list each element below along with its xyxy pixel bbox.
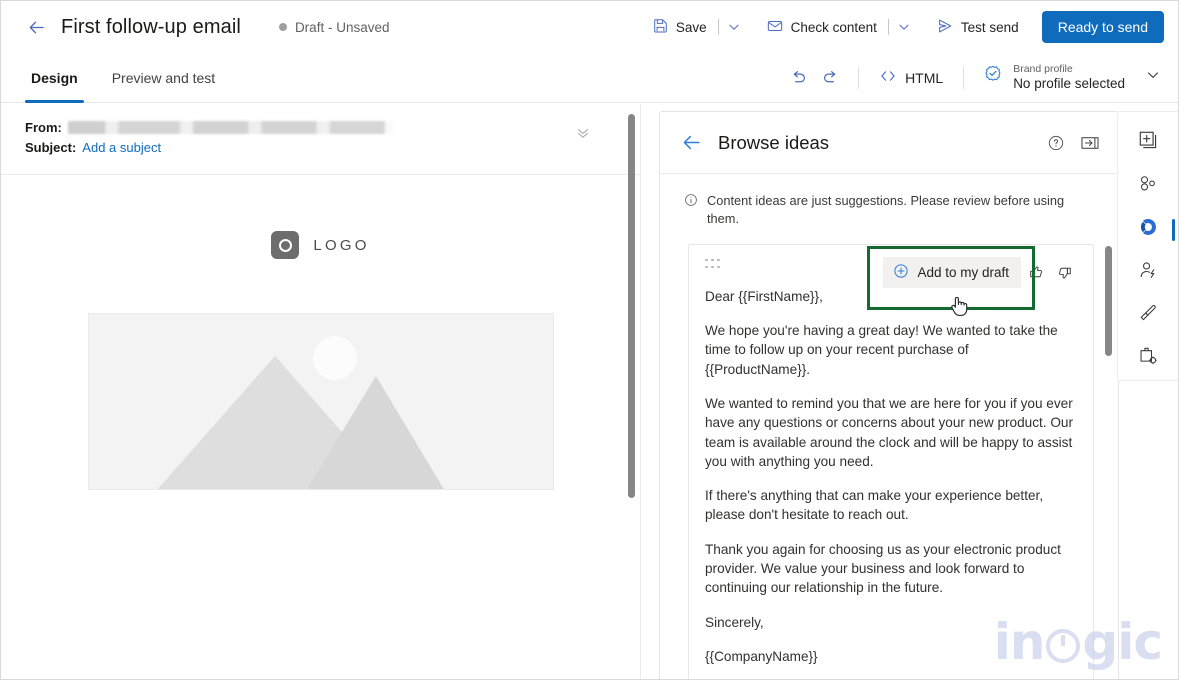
rail-item-copilot[interactable] bbox=[1126, 208, 1175, 250]
rail-item-settings[interactable] bbox=[1126, 337, 1170, 379]
divider bbox=[858, 66, 860, 89]
brand-badge-icon bbox=[982, 64, 1004, 91]
drag-dots-icon[interactable] bbox=[705, 258, 721, 271]
elements-layout-icon bbox=[1137, 173, 1159, 200]
plus-circle-icon bbox=[893, 263, 909, 282]
check-content-button[interactable]: Check content bbox=[757, 11, 886, 44]
tabs: Design Preview and test bbox=[25, 53, 243, 103]
save-button[interactable]: Save bbox=[643, 11, 716, 43]
divider bbox=[963, 66, 965, 89]
redo-icon[interactable] bbox=[814, 62, 846, 94]
copilot-icon bbox=[1137, 216, 1159, 243]
ideas-disclaimer-text: Content ideas are just suggestions. Plea… bbox=[707, 193, 1065, 226]
idea-paragraph: We hope you're having a great day! We wa… bbox=[705, 323, 1058, 377]
settings-panel-icon bbox=[1137, 345, 1159, 372]
ideas-panel-scrollbar[interactable] bbox=[1105, 246, 1112, 356]
brand-profile-selector[interactable]: Brand profile No profile selected bbox=[976, 60, 1166, 96]
test-send-label: Test send bbox=[960, 19, 1019, 35]
from-row: From: bbox=[25, 120, 620, 135]
add-subject-link[interactable]: Add a subject bbox=[82, 140, 161, 155]
tab-preview-and-test[interactable]: Preview and test bbox=[106, 53, 222, 103]
html-button[interactable]: HTML bbox=[871, 63, 951, 92]
divider bbox=[887, 19, 889, 35]
thumbs-down-icon[interactable] bbox=[1051, 259, 1077, 285]
ready-to-send-button[interactable]: Ready to send bbox=[1041, 11, 1164, 43]
back-arrow-icon[interactable] bbox=[21, 12, 51, 42]
save-options-caret[interactable] bbox=[721, 13, 747, 41]
undo-icon[interactable] bbox=[782, 62, 814, 94]
send-arrow-icon bbox=[936, 17, 954, 38]
status-text: Draft - Unsaved bbox=[294, 19, 390, 35]
idea-card: Add to my draft Dear {{FirstName}}, We h… bbox=[688, 243, 1094, 679]
tab-design[interactable]: Design bbox=[25, 53, 84, 103]
html-label: HTML bbox=[905, 69, 944, 86]
info-circle-icon bbox=[684, 193, 698, 212]
email-meta-block: From: Subject: Add a subject bbox=[1, 104, 640, 175]
page-title: First follow-up email bbox=[61, 15, 241, 38]
check-content-options-caret[interactable] bbox=[891, 13, 917, 41]
subject-row: Subject: Add a subject bbox=[25, 140, 620, 155]
ideas-back-arrow-icon[interactable] bbox=[676, 128, 706, 158]
ideas-disclaimer: Content ideas are just suggestions. Plea… bbox=[660, 192, 1118, 228]
logo-text: LOGO bbox=[313, 236, 370, 254]
help-circle-icon[interactable] bbox=[1042, 129, 1070, 157]
header-actions: Save Check content Test send Ready to se… bbox=[643, 11, 1164, 44]
app-header: First follow-up email Draft - Unsaved Sa… bbox=[1, 1, 1178, 53]
email-body-canvas[interactable]: LOGO bbox=[1, 175, 640, 679]
save-disk-icon bbox=[652, 17, 669, 37]
idea-card-text: Dear {{FirstName}}, We hope you're havin… bbox=[705, 287, 1077, 666]
tab-bar: Design Preview and test HTML Brand profi… bbox=[1, 53, 1178, 103]
test-send-button[interactable]: Test send bbox=[927, 11, 1028, 44]
rail-item-add-block[interactable] bbox=[1126, 122, 1170, 164]
subject-label: Subject: bbox=[25, 140, 77, 155]
mountain-image-placeholder-icon[interactable] bbox=[87, 313, 554, 490]
ideas-header-icons bbox=[1042, 129, 1104, 157]
tab-actions: HTML Brand profile No profile selected bbox=[782, 60, 1166, 96]
rail-item-theme[interactable] bbox=[1126, 294, 1170, 336]
theme-brush-icon bbox=[1137, 302, 1159, 329]
idea-paragraph: Thank you again for choosing us as your … bbox=[705, 541, 1061, 596]
check-content-label: Check content bbox=[790, 19, 877, 35]
divider bbox=[717, 19, 719, 35]
idea-paragraph: If there's anything that can make your e… bbox=[705, 488, 1044, 523]
brand-profile-value: No profile selected bbox=[1013, 75, 1125, 91]
browse-ideas-panel: Browse ideas Content ideas are just sugg… bbox=[659, 111, 1119, 679]
idea-card-actions: Add to my draft bbox=[883, 256, 1077, 288]
logo-block[interactable]: LOGO bbox=[271, 231, 369, 259]
rail-item-personalization[interactable] bbox=[1126, 251, 1170, 293]
brand-profile-text: Brand profile No profile selected bbox=[1013, 63, 1125, 93]
draft-status: Draft - Unsaved bbox=[278, 19, 390, 35]
ideas-panel-title: Browse ideas bbox=[718, 131, 830, 153]
email-editor-app: First follow-up email Draft - Unsaved Sa… bbox=[0, 0, 1179, 680]
code-brackets-icon bbox=[879, 68, 897, 87]
idea-card-toolbar: Add to my draft bbox=[705, 245, 1077, 316]
add-to-my-draft-label: Add to my draft bbox=[917, 264, 1009, 280]
from-value-redacted[interactable] bbox=[67, 121, 393, 134]
save-label: Save bbox=[675, 19, 707, 35]
add-to-my-draft-button[interactable]: Add to my draft bbox=[883, 256, 1021, 288]
idea-paragraph: {{CompanyName}} bbox=[705, 648, 818, 664]
idea-paragraph: Sincerely, bbox=[705, 614, 764, 630]
personalization-icon bbox=[1137, 259, 1159, 286]
double-chevron-down-icon[interactable] bbox=[572, 122, 594, 144]
browse-ideas-body: Content ideas are just suggestions. Plea… bbox=[660, 174, 1118, 679]
logo-mark-icon bbox=[271, 231, 300, 259]
browse-ideas-header: Browse ideas bbox=[660, 112, 1118, 174]
from-label: From: bbox=[25, 120, 62, 135]
rail-item-elements[interactable] bbox=[1126, 165, 1170, 207]
idea-paragraph: We wanted to remind you that we are here… bbox=[705, 396, 1074, 469]
chevron-down-icon bbox=[1146, 68, 1160, 87]
add-block-icon bbox=[1138, 130, 1159, 156]
envelope-icon bbox=[766, 17, 784, 38]
editor-tool-rail bbox=[1117, 111, 1178, 381]
left-panel-scrollbar[interactable] bbox=[628, 114, 635, 498]
email-canvas-panel: From: Subject: Add a subject LOGO bbox=[1, 104, 641, 679]
thumbs-up-icon[interactable] bbox=[1023, 259, 1049, 285]
panel-expand-icon[interactable] bbox=[1076, 129, 1104, 157]
brand-profile-label: Brand profile bbox=[1013, 62, 1073, 75]
status-dot-icon bbox=[278, 23, 287, 31]
